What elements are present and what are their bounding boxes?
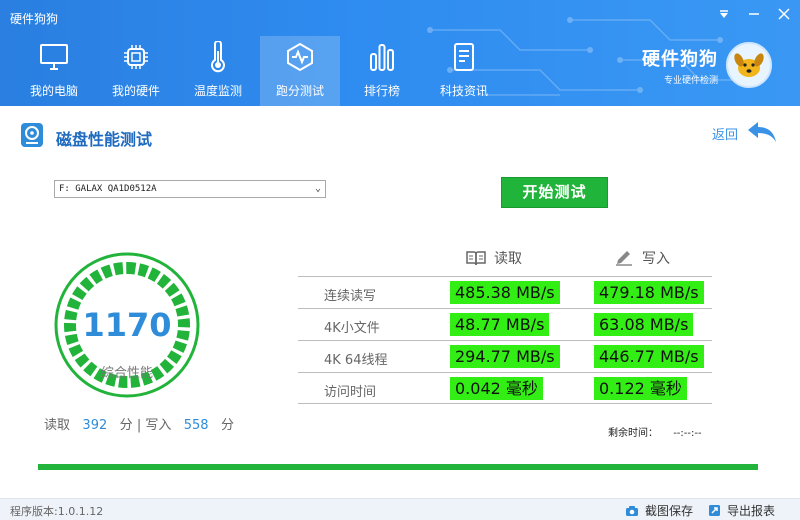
read-header-label: 读取 [494,251,522,267]
document-icon [449,42,479,72]
table-row: 4K小文件 48.77 MB/s 63.08 MB/s [298,308,712,340]
camera-icon [626,505,638,516]
table-row: 4K 64线程 294.77 MB/s 446.77 MB/s [298,340,712,372]
minimize-icon [749,13,759,15]
dog-logo-icon [726,42,772,88]
row-label: 4K小文件 [324,321,380,336]
read-value: 294.77 MB/s [450,345,560,368]
back-arrow-icon[interactable] [746,120,778,144]
footer-bar: 程序版本:1.0.1.12 截图保存 导出报表 [0,498,800,520]
menu-dropdown-button[interactable] [716,6,732,22]
nav-item-my-computer[interactable]: 我的电脑 [14,36,94,106]
table-row: 访问时间 0.042 毫秒 0.122 毫秒 [298,372,712,404]
export-report-label: 导出报表 [727,504,776,518]
chip-icon [121,42,151,72]
read-score-value: 392 [82,418,108,433]
version-text: 程序版本:1.0.1.12 [10,505,104,518]
table-row: 连续读写 485.38 MB/s 479.18 MB/s [298,276,712,308]
remaining-time: 剩余时间： --:--:-- [608,424,702,439]
progress-fill [38,464,758,470]
nav-item-temperature[interactable]: 温度监测 [178,36,258,106]
nav-item-ranking[interactable]: 排行榜 [342,36,422,106]
close-icon [778,8,790,20]
brand: 硬件狗狗 专业硬件检测 [642,42,772,88]
pencil-icon [616,251,632,266]
results-table: 连续读写 485.38 MB/s 479.18 MB/s 4K小文件 48.77… [298,276,712,404]
thermometer-icon [203,41,233,73]
section-bar: 磁盘性能测试 返回 [0,106,800,162]
start-test-button[interactable]: 开始测试 [501,177,608,208]
nav-label: 温度监测 [193,84,242,98]
test-progress-bar [38,464,758,470]
brand-name: 硬件狗狗 [642,48,718,70]
read-value: 0.042 毫秒 [450,377,543,400]
brand-slogan: 专业硬件检测 [663,75,718,86]
book-icon [466,251,486,266]
export-report-button[interactable]: 导出报表 [708,502,775,519]
nav-item-my-hardware[interactable]: 我的硬件 [96,36,176,106]
nav-label: 科技资讯 [439,84,488,98]
back-link[interactable]: 返回 [712,124,738,143]
write-value: 63.08 MB/s [594,313,694,336]
read-column-header: 读取 [466,248,522,268]
screenshot-save-button[interactable]: 截图保存 [625,502,693,519]
read-score-label: 读取 [44,418,71,433]
header-bar: 硬件狗狗 我的电脑 我的硬件 温度监测 跑分测试 排行榜 科技资讯 硬件狗狗 专… [0,0,800,106]
remaining-time-value: --:--:-- [673,428,702,439]
chevron-down-icon: ⌄ [314,183,321,194]
row-label: 4K 64线程 [324,353,388,368]
bar-chart-icon [367,42,397,72]
nav-label: 跑分测试 [275,84,324,98]
read-value: 48.77 MB/s [450,313,550,336]
score-separator: | [136,418,142,433]
write-value: 0.122 毫秒 [594,377,687,400]
drive-select[interactable]: F: GALAX QA1D0512A ⌄ [54,180,326,198]
close-button[interactable] [776,6,792,22]
app-title: 硬件狗狗 [10,12,59,26]
minimize-button[interactable] [746,6,762,22]
monitor-icon [39,42,69,72]
write-score-unit: 分 [221,418,235,433]
read-score-unit: 分 [119,418,133,433]
nav-item-tech-news[interactable]: 科技资讯 [424,36,504,106]
row-label: 访问时间 [324,385,377,400]
write-column-header: 写入 [614,248,670,268]
export-icon [709,505,720,516]
write-score-value: 558 [183,418,209,433]
write-header-label: 写入 [642,251,670,267]
nav-label: 我的硬件 [111,84,160,98]
nav-label: 我的电脑 [29,84,78,98]
nav-item-benchmark[interactable]: 跑分测试 [260,36,340,106]
disk-test-icon [21,123,43,147]
overall-score: 1170 [82,306,172,344]
drive-select-value: F: GALAX QA1D0512A [59,184,157,194]
overall-score-label: 综合性能 [100,366,153,381]
write-value: 446.77 MB/s [594,345,704,368]
window-controls [716,6,792,22]
section-title: 磁盘性能测试 [56,130,153,149]
write-score-label: 写入 [145,418,172,433]
score-summary: 读取 392 分 | 写入 558 分 [44,414,234,433]
remaining-time-label: 剩余时间： [608,428,658,439]
main-nav: 我的电脑 我的硬件 温度监测 跑分测试 排行榜 科技资讯 [14,36,506,106]
row-label: 连续读写 [324,289,377,304]
dropdown-icon [720,10,728,18]
write-value: 479.18 MB/s [594,281,704,304]
screenshot-save-label: 截图保存 [645,504,694,518]
read-value: 485.38 MB/s [450,281,560,304]
benchmark-icon [285,42,315,72]
nav-label: 排行榜 [363,84,400,98]
